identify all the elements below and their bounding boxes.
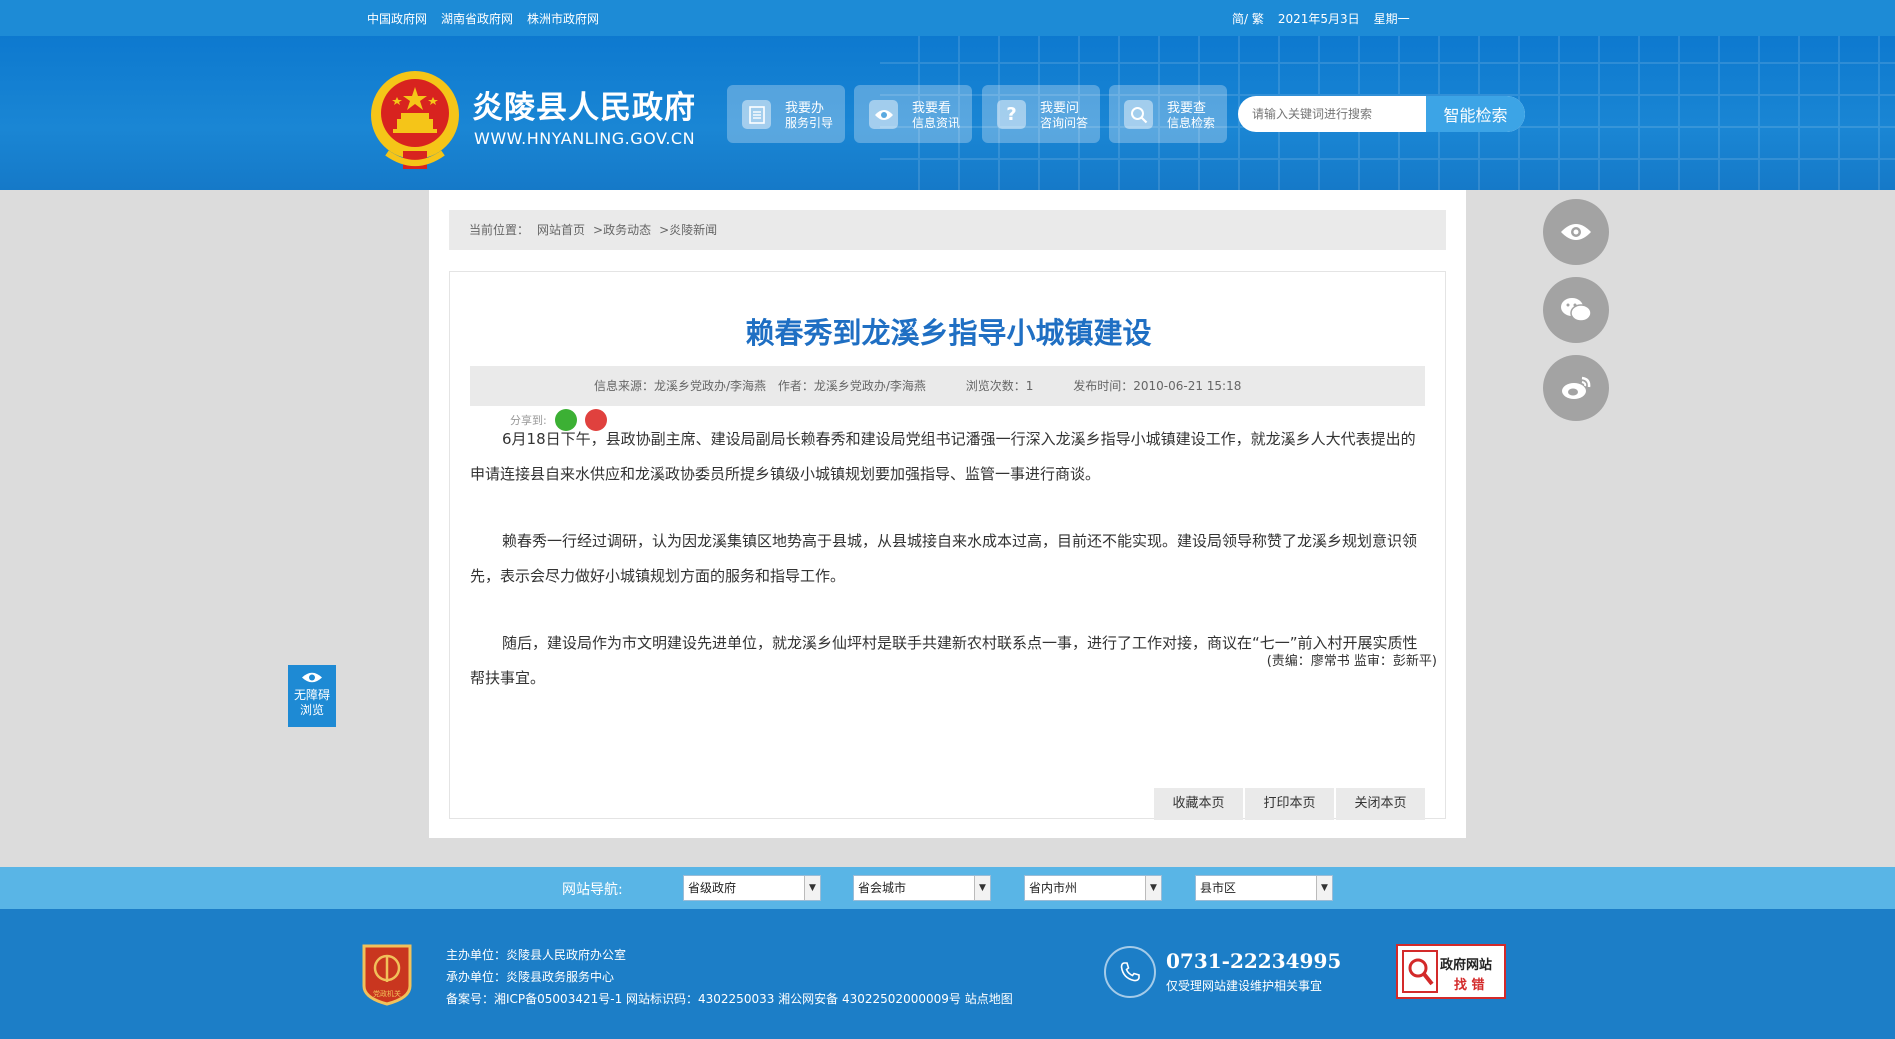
main-content: 当前位置： 网站首页 >政务动态 >炎陵新闻 赖春秀到龙溪乡指导小城镇建设 信息… xyxy=(429,190,1466,838)
select-value: 省级政府 xyxy=(688,881,737,895)
accessibility-label-2: 浏览 xyxy=(299,703,324,717)
service-ask-button[interactable]: ? 我要问 咨询问答 xyxy=(982,85,1100,143)
float-eye-button[interactable] xyxy=(1543,199,1609,265)
service-subtitle: 信息资讯 xyxy=(912,116,961,130)
accessibility-label: 无障碍 xyxy=(293,688,330,702)
site-header: 炎陵县人民政府 WWW.HNYANLING.GOV.CN 我要办 服务引导 我要… xyxy=(0,36,1895,190)
eye-icon xyxy=(869,100,898,129)
bookmark-page-button[interactable]: 收藏本页 xyxy=(1154,788,1243,820)
footer-host: 主办单位：炎陵县人民政府办公室 xyxy=(446,948,627,962)
eye-icon xyxy=(302,672,322,683)
chevron-down-icon: ▼ xyxy=(1145,876,1161,900)
select-value: 省内市州 xyxy=(1029,881,1078,895)
date-text: 2021年5月3日 xyxy=(1277,12,1360,26)
breadcrumb-yanling-news[interactable]: >炎陵新闻 xyxy=(659,210,717,250)
breadcrumb-prefix: 当前位置： xyxy=(469,223,530,237)
breadcrumb-home[interactable]: 网站首页 xyxy=(537,210,585,250)
meta-author: 作者：龙溪乡党政办/李海燕 xyxy=(777,379,926,393)
breadcrumb: 当前位置： 网站首页 >政务动态 >炎陵新闻 xyxy=(449,210,1446,250)
site-url: WWW.HNYANLING.GOV.CN xyxy=(474,129,696,148)
close-page-button[interactable]: 关闭本页 xyxy=(1336,788,1425,820)
service-subtitle: 咨询问答 xyxy=(1040,116,1089,130)
article-title: 赖春秀到龙溪乡指导小城镇建设 xyxy=(745,316,1152,350)
eye-icon xyxy=(1561,224,1591,240)
breadcrumb-news[interactable]: >政务动态 xyxy=(593,210,651,250)
service-view-button[interactable]: 我要看 信息资讯 xyxy=(854,85,972,143)
meta-source: 信息来源：龙溪乡党政办/李海燕 xyxy=(594,379,767,393)
top-right: 简/ 繁 2021年5月3日 星期一 xyxy=(1232,10,1410,27)
link-zhuzhou-gov[interactable]: 株洲市政府网 xyxy=(527,10,599,27)
smart-search-button[interactable]: 智能检索 xyxy=(1426,96,1525,132)
meta-published: 发布时间：2010-06-21 15:18 xyxy=(1073,379,1242,393)
service-subtitle: 信息检索 xyxy=(1167,116,1216,130)
service-search-button[interactable]: 我要查 信息检索 xyxy=(1109,85,1227,143)
service-subtitle: 服务引导 xyxy=(785,116,834,130)
contact-phone: 0731-22234995 xyxy=(1166,949,1342,973)
page-actions: 收藏本页 打印本页 关闭本页 xyxy=(1154,788,1425,820)
gov-site-find-error-button[interactable]: 政府网站 找 错 xyxy=(1396,944,1506,999)
float-wechat-button[interactable] xyxy=(1543,277,1609,343)
top-bar: 中国政府网 湖南省政府网 株洲市政府网 简/ 繁 2021年5月3日 星期一 xyxy=(0,0,1895,36)
select-province-cities[interactable]: 省内市州 ▼ xyxy=(1024,875,1162,901)
doc-icon xyxy=(742,100,771,129)
party-gov-badge-icon[interactable]: 党政机关 xyxy=(360,942,414,1006)
chevron-down-icon: ▼ xyxy=(1316,876,1332,900)
search-box: 智能检索 xyxy=(1238,96,1525,132)
question-icon: ? xyxy=(997,100,1026,129)
article-paragraph: 6月18日下午，县政协副主席、建设局副局长赖春秀和建设局党组书记潘强一行深入龙溪… xyxy=(470,430,1416,483)
accessibility-button[interactable]: 无障碍 浏览 xyxy=(288,665,336,727)
weekday-text: 星期一 xyxy=(1373,12,1410,26)
nav-label: 网站导航: xyxy=(562,882,623,898)
phone-icon xyxy=(1104,946,1156,998)
lang-switch[interactable]: 简/ 繁 xyxy=(1232,10,1264,27)
search-input[interactable] xyxy=(1252,96,1407,132)
badge-text: 党政机关 xyxy=(373,989,401,998)
weibo-icon xyxy=(1562,376,1591,399)
article-body: 6月18日下午，县政协副主席、建设局副局长赖春秀和建设局党组书记潘强一行深入龙溪… xyxy=(470,422,1425,728)
meta-views: 浏览次数：1 xyxy=(965,379,1034,393)
article: 赖春秀到龙溪乡指导小城镇建设 信息来源：龙溪乡党政办/李海燕 作者：龙溪乡党政办… xyxy=(449,271,1446,820)
site-footer: 党政机关 主办单位：炎陵县人民政府办公室 承办单位：炎陵县政务服务中心 备案号：… xyxy=(0,909,1895,1039)
chevron-down-icon: ▼ xyxy=(804,876,820,900)
select-capital-cities[interactable]: 省会城市 ▼ xyxy=(853,875,991,901)
footer-organizer: 承办单位：炎陵县政务服务中心 xyxy=(446,970,615,984)
link-china-gov[interactable]: 中国政府网 xyxy=(367,10,427,27)
service-do-button[interactable]: 我要办 服务引导 xyxy=(727,85,845,143)
wechat-icon xyxy=(1561,298,1592,322)
article-paragraph: 赖春秀一行经过调研，认为因龙溪集镇区地势高于县城，从县城接自来水成本过高，目前还… xyxy=(470,532,1418,585)
article-meta: 信息来源：龙溪乡党政办/李海燕 作者：龙溪乡党政办/李海燕 浏览次数：1 发布时… xyxy=(470,366,1425,406)
link-hunan-gov[interactable]: 湖南省政府网 xyxy=(441,10,513,27)
chevron-down-icon: ▼ xyxy=(974,876,990,900)
select-counties[interactable]: 县市区 ▼ xyxy=(1195,875,1333,901)
select-provincial-gov[interactable]: 省级政府 ▼ xyxy=(683,875,821,901)
site-nav-bar: 网站导航: 省级政府 ▼ 省会城市 ▼ 省内市州 ▼ 县市区 ▼ xyxy=(0,867,1895,909)
magnifier-icon xyxy=(1402,950,1438,993)
search-icon xyxy=(1124,100,1153,129)
find-error-label-2: 找 错 xyxy=(1454,978,1485,993)
print-page-button[interactable]: 打印本页 xyxy=(1245,788,1334,820)
find-error-label: 政府网站 xyxy=(1440,958,1493,973)
site-title[interactable]: 炎陵县人民政府 xyxy=(472,82,696,127)
national-emblem-icon[interactable] xyxy=(367,69,463,173)
footer-record[interactable]: 备案号：湘ICP备05003421号-1 网站标识码：4302250033 湘公… xyxy=(446,988,1013,1010)
select-value: 县市区 xyxy=(1200,881,1237,895)
float-weibo-button[interactable] xyxy=(1543,355,1609,421)
top-links: 中国政府网 湖南省政府网 株洲市政府网 xyxy=(367,10,599,27)
contact-note: 仅受理网站建设维护相关事宜 xyxy=(1166,979,1323,993)
select-value: 省会城市 xyxy=(858,881,907,895)
footer-info: 主办单位：炎陵县人民政府办公室 承办单位：炎陵县政务服务中心 备案号：湘ICP备… xyxy=(446,944,1013,1010)
editor-credit: (责编：廖常书 监审：彭新平) xyxy=(1266,654,1437,669)
